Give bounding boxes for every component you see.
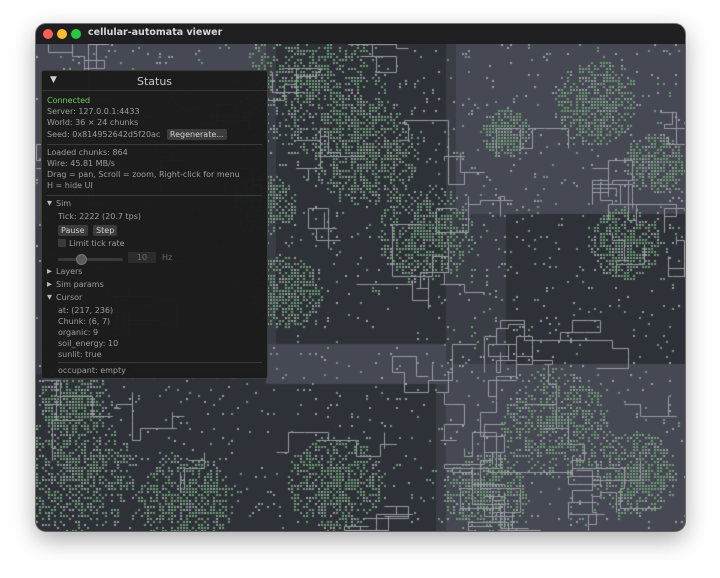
step-button[interactable]: Step (93, 225, 118, 236)
controls-help: Drag = pan, Scroll = zoom, Right-click f… (47, 170, 240, 179)
collapsed-triangle-icon: ▶ (47, 280, 52, 288)
cursor-organic: organic: 9 (58, 328, 99, 337)
expanded-triangle-icon: ▼ (47, 199, 52, 207)
regenerate-button[interactable]: Regenerate... (166, 129, 227, 140)
pause-button[interactable]: Pause (58, 225, 88, 236)
limit-tick-rate-checkbox[interactable] (58, 238, 66, 247)
tick-rate-value[interactable]: 10 (128, 252, 156, 263)
tick-readout: Tick: 2222 (20.7 tps) (58, 212, 142, 221)
cursor-occupant: occupant: empty (58, 366, 126, 375)
sim-section-header[interactable]: ▼ Sim (47, 199, 71, 209)
server-address: Server: 127.0.0.1:4433 (47, 107, 140, 116)
divider (58, 362, 262, 363)
status-panel-header[interactable]: ▼ Status (42, 71, 267, 91)
close-window-button[interactable] (43, 29, 53, 39)
app-window: cellular-automata viewer ▼ Status Connec… (36, 24, 685, 531)
window-title: cellular-automata viewer (88, 27, 223, 38)
title-bar: cellular-automata viewer (36, 24, 685, 44)
cursor-section-header[interactable]: ▼ Cursor (47, 293, 82, 303)
hide-ui-hint: H = hide UI (47, 181, 93, 190)
status-panel-title: Status (136, 75, 173, 88)
limit-tick-rate-toggle[interactable]: Limit tick rate (58, 238, 125, 249)
sim-section-label: Sim (56, 199, 72, 208)
maximize-window-button[interactable] (71, 29, 81, 39)
cursor-chunk: Chunk: (6, 7) (58, 317, 111, 326)
tick-rate-slider-handle[interactable] (76, 254, 87, 265)
layers-section-label: Layers (56, 267, 83, 276)
sim-params-section-header[interactable]: ▶ Sim params (47, 280, 104, 290)
wire-rate: Wire: 45.81 MB/s (47, 159, 115, 168)
divider (47, 195, 262, 196)
status-panel: ▼ Status Connected Server: 127.0.0.1:443… (41, 70, 268, 379)
tick-rate-slider-track[interactable] (58, 258, 123, 261)
seed-row: Seed: 0x814952642d5f20ac Regenerate... (47, 129, 227, 140)
cursor-section-label: Cursor (56, 293, 83, 302)
seed-value: Seed: 0x814952642d5f20ac (47, 130, 161, 139)
world-size: World: 36 × 24 chunks (47, 118, 139, 127)
divider (47, 144, 262, 145)
sim-buttons: Pause Step (58, 225, 118, 236)
minimize-window-button[interactable] (57, 29, 67, 39)
sim-params-section-label: Sim params (56, 280, 104, 289)
collapsed-triangle-icon: ▶ (47, 267, 52, 275)
limit-tick-rate-label: Limit tick rate (69, 239, 125, 248)
cursor-sunlit: sunlit: true (58, 350, 102, 359)
cursor-position: at: (217, 236) (58, 306, 114, 315)
cursor-soil-energy: soil_energy: 10 (58, 339, 119, 348)
connection-status: Connected (47, 96, 91, 105)
loaded-chunks: Loaded chunks: 864 (47, 148, 128, 157)
tick-rate-unit: Hz (162, 253, 173, 262)
expanded-triangle-icon: ▼ (47, 293, 52, 301)
layers-section-header[interactable]: ▶ Layers (47, 267, 82, 277)
